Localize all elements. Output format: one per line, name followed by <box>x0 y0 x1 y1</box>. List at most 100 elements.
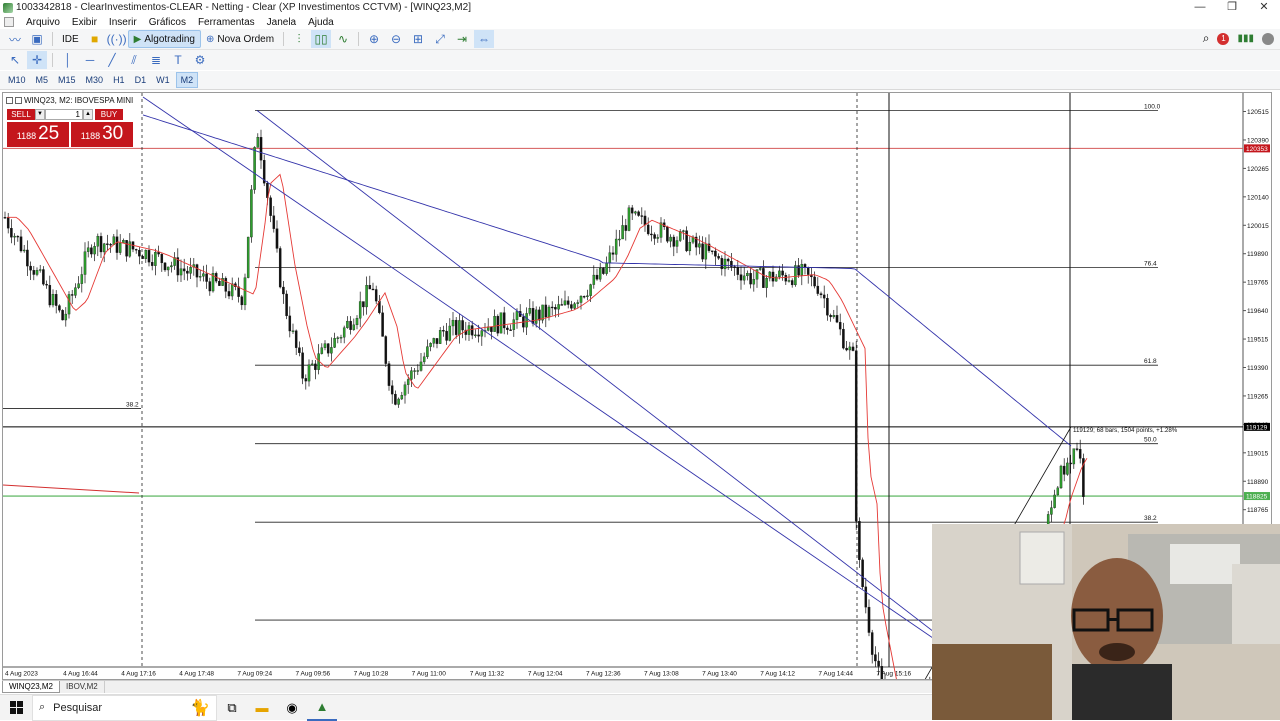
timeframe-m5[interactable]: M5 <box>32 73 53 87</box>
candle-body <box>243 277 247 306</box>
nova-ordem-button[interactable]: ⊕ Nova Ordem <box>201 30 279 48</box>
candle-body <box>80 274 84 284</box>
ide-button[interactable]: IDE <box>57 30 84 48</box>
menu-ajuda[interactable]: Ajuda <box>302 17 340 28</box>
chrome-icon[interactable]: ◉ <box>277 695 307 721</box>
vertical-line-icon[interactable]: │ <box>58 51 78 69</box>
candle-body <box>314 363 317 370</box>
text-icon[interactable]: T <box>168 51 188 69</box>
search-icon[interactable]: ⌕ <box>1203 31 1210 46</box>
menu-ferramentas[interactable]: Ferramentas <box>192 17 261 28</box>
drawing-toolbar: ↖ ✛ │ ─ ╱ ⫽ ≣ T ⚙ <box>0 50 1280 70</box>
signal-strength-icon[interactable]: ▮▮▮ <box>1237 33 1254 44</box>
quantity-up-icon[interactable]: ▲ <box>83 109 93 120</box>
restore-button[interactable]: ❐ <box>1216 0 1248 15</box>
signal-icon[interactable]: ((·)) <box>107 30 127 48</box>
chart-fit-icon[interactable]: ⇔ <box>474 30 495 48</box>
minimize-button[interactable]: — <box>1184 0 1216 15</box>
buy-button[interactable]: 1188 30 <box>71 122 133 147</box>
line-chart-icon[interactable]: ∿ <box>333 30 353 48</box>
candle-body <box>365 285 368 308</box>
timeframe-m10[interactable]: M10 <box>4 73 30 87</box>
menu-exibir[interactable]: Exibir <box>66 17 103 28</box>
templates-icon[interactable]: ▣ <box>27 30 47 48</box>
candle-body <box>742 275 746 281</box>
windows-start-icon[interactable] <box>0 695 32 721</box>
candle-body <box>525 313 528 328</box>
candle-body <box>419 361 423 371</box>
tab-winq23[interactable]: WINQ23,M2 <box>2 681 61 693</box>
timeframe-m30[interactable]: M30 <box>82 73 108 87</box>
timeframe-h1[interactable]: H1 <box>109 73 129 87</box>
buy-label[interactable]: BUY <box>95 109 123 120</box>
candle-body <box>38 269 42 271</box>
toolbar-divider <box>52 32 53 46</box>
candle-body <box>259 137 263 161</box>
candle-body <box>438 330 442 344</box>
candle-body <box>445 330 448 341</box>
candle-body <box>166 266 170 271</box>
algotrading-button[interactable]: ▶ Algotrading <box>127 30 201 48</box>
candle-body <box>224 278 228 292</box>
sell-button[interactable]: 1188 25 <box>7 122 69 147</box>
timeframe-m2[interactable]: M2 <box>175 72 199 88</box>
candle-body <box>749 272 752 285</box>
sell-label[interactable]: SELL <box>7 109 35 120</box>
bar-chart-icon[interactable]: ⫶ <box>289 30 309 48</box>
notification-badge[interactable]: 1 <box>1217 32 1230 45</box>
grid-icon[interactable]: ⊞ <box>408 30 428 48</box>
timeframe-d1[interactable]: D1 <box>131 73 151 87</box>
autoscroll-icon[interactable]: ⤢ <box>430 30 450 48</box>
timeframe-w1[interactable]: W1 <box>152 73 174 87</box>
candle-body <box>93 246 96 255</box>
candle-body <box>627 207 631 231</box>
zoom-in-icon[interactable]: ⊕ <box>364 30 384 48</box>
candle-body <box>733 266 736 268</box>
chart-shift-icon[interactable]: ⇥ <box>452 30 472 48</box>
tab-ibov[interactable]: IBOV,M2 <box>60 681 105 693</box>
account-icon[interactable] <box>1262 32 1274 45</box>
candle-body <box>877 660 880 667</box>
candlestick-icon[interactable]: ▯▯ <box>311 30 332 48</box>
candle-body <box>643 215 647 226</box>
crosshair-icon[interactable]: ✛ <box>27 51 47 69</box>
candle-body <box>851 346 855 351</box>
window-title: 1003342818 - ClearInvestimentos-CLEAR - … <box>16 2 471 13</box>
lock-icon[interactable]: ■ <box>85 30 105 48</box>
price-tick-label: 118890 <box>1247 479 1269 486</box>
shapes-icon[interactable]: ⚙ <box>190 51 210 69</box>
trendline-icon[interactable]: ╱ <box>102 51 122 69</box>
fibonacci-icon[interactable]: ≣ <box>146 51 166 69</box>
candle-body <box>646 224 650 235</box>
file-explorer-icon[interactable]: ▬ <box>247 695 277 721</box>
chart-type-icon[interactable]: 〰 <box>5 30 25 48</box>
candle-body <box>1078 449 1082 459</box>
quantity-down-icon[interactable]: ▼ <box>35 109 45 120</box>
candle-body <box>554 307 557 310</box>
measure-label: 119129; 68 bars, 1504 points, +1.28% <box>1073 427 1178 434</box>
horizontal-line-icon[interactable]: ─ <box>80 51 100 69</box>
menu-arquivo[interactable]: Arquivo <box>20 17 66 28</box>
close-button[interactable]: ✕ <box>1248 0 1280 15</box>
candle-body <box>720 258 724 270</box>
price-tick-label: 120390 <box>1247 137 1269 144</box>
candle-body <box>726 258 730 262</box>
zoom-out-icon[interactable]: ⊖ <box>386 30 406 48</box>
cursor-icon[interactable]: ↖ <box>5 51 25 69</box>
taskbar-search[interactable]: ⌕ Pesquisar 🐈 <box>32 694 217 721</box>
task-view-icon[interactable]: ⧉ <box>217 695 247 721</box>
order-icon: ⊕ <box>205 33 215 45</box>
blue-trendline <box>142 96 994 679</box>
menu-janela[interactable]: Janela <box>261 17 302 28</box>
menu-graficos[interactable]: Gráficos <box>143 17 192 28</box>
metatrader-icon[interactable]: ▲ <box>307 695 337 721</box>
channel-icon[interactable]: ⫽ <box>124 51 144 69</box>
timeframe-m15[interactable]: M15 <box>54 73 80 87</box>
candle-body <box>854 350 858 522</box>
candle-body <box>429 343 432 347</box>
quantity-input[interactable]: 1 <box>45 109 83 120</box>
candle-body <box>656 237 660 239</box>
candle-body <box>493 316 496 332</box>
candle-body <box>637 211 640 216</box>
menu-inserir[interactable]: Inserir <box>103 17 143 28</box>
